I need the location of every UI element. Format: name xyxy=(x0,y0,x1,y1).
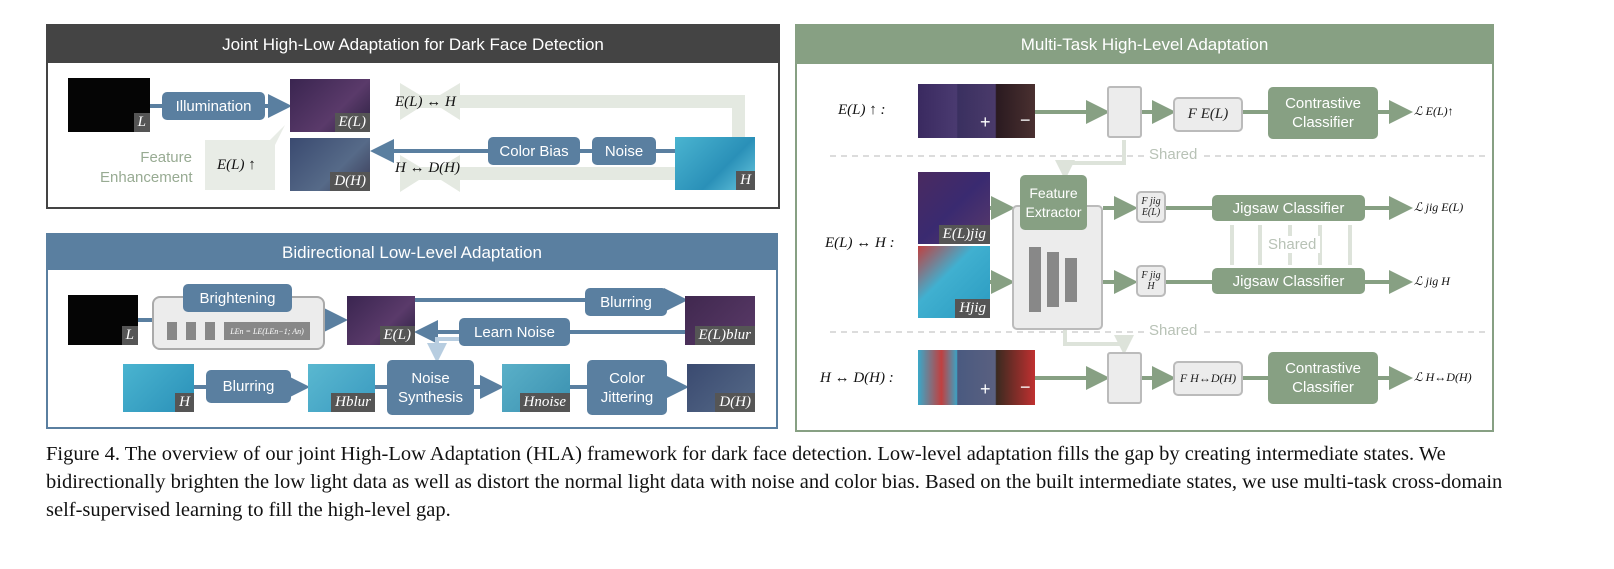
shared-label-3: Shared xyxy=(1145,322,1202,339)
loss-hdh: ℒ H↔D(H) xyxy=(1414,370,1472,384)
image-low-light: L xyxy=(68,295,138,345)
layer-block xyxy=(1065,258,1077,302)
row-label-h-dh: H ↔ D(H) : xyxy=(820,370,894,386)
image-label: E(L) xyxy=(334,113,370,132)
contrastive-classifier-2: Contrastive Classifier xyxy=(1268,352,1378,404)
figure-caption: Figure 4. The overview of our joint High… xyxy=(46,443,1503,521)
image-label: Hjig xyxy=(955,299,990,318)
image-high-light: H xyxy=(675,137,755,190)
h-dh-label: H ↔ D(H) xyxy=(395,160,460,176)
layer-block xyxy=(186,322,196,340)
brightening-box: Brightening xyxy=(183,284,292,312)
light-loop-arrows xyxy=(205,83,745,192)
layer-block xyxy=(1047,252,1059,307)
row-label-el-h: E(L) ↔ H : xyxy=(825,235,895,251)
feature-hdh-box: F H↔D(H) xyxy=(1173,361,1243,396)
image-label: E(L)blur xyxy=(694,326,755,345)
blurring-top-box: Blurring xyxy=(585,288,667,316)
feature-extractor-box: Feature Extractor xyxy=(1020,175,1087,230)
negative-sign: − xyxy=(1020,377,1031,397)
image-jigsaw-high: Hjig xyxy=(918,246,990,318)
image-low-light: L xyxy=(68,78,150,132)
image-label: D(H) xyxy=(330,172,370,191)
shared-label-2: Shared xyxy=(1264,236,1321,253)
image-label: L xyxy=(121,326,138,345)
loss-jig-el: ℒ jig E(L) xyxy=(1414,200,1464,214)
image-label: H xyxy=(736,171,755,190)
figure: Joint High-Low Adaptation for Dark Face … xyxy=(0,0,1614,569)
formula-box: LEn = LE(LEn−1; An) xyxy=(224,322,310,340)
contrastive-classifier-1: Contrastive Classifier xyxy=(1268,87,1378,139)
el-up-label: E(L) ↑ xyxy=(217,157,256,173)
loss-jig-h: ℒ jig H xyxy=(1414,274,1450,288)
image-label: L xyxy=(133,113,150,132)
row-label-el-up: E(L) ↑ : xyxy=(838,102,886,118)
jigsaw-classifier-2: Jigsaw Classifier xyxy=(1212,268,1365,294)
image-label: H xyxy=(175,393,194,412)
feature-enhancement-label: Feature Enhancement xyxy=(100,149,193,186)
image-degraded: D(H) xyxy=(687,364,755,412)
el-h-label: E(L) ↔ H xyxy=(395,94,456,110)
image-label: Hblur xyxy=(331,393,375,412)
image-high-blur: Hblur xyxy=(308,364,375,412)
layer-block xyxy=(167,322,177,340)
feature-jig-el-box: F jig E(L) xyxy=(1136,191,1166,223)
image-enhanced: E(L) xyxy=(347,296,415,345)
color-bias-box: Color Bias xyxy=(488,137,580,165)
image-label: Hnoise xyxy=(519,393,570,412)
images-contrastive-enhanced: + − xyxy=(918,84,1035,138)
positive-sign: + xyxy=(980,379,991,399)
blurring-bottom-box: Blurring xyxy=(206,370,291,403)
illumination-box: Illumination xyxy=(162,92,265,120)
image-label: E(L) xyxy=(379,326,415,345)
image-enhanced: E(L) xyxy=(290,79,370,132)
feature-el-box: F E(L) xyxy=(1173,97,1243,132)
image-enhanced-blur: E(L)blur xyxy=(685,296,755,345)
image-high-light: H xyxy=(123,364,194,412)
learn-noise-box: Learn Noise xyxy=(459,318,570,346)
positive-sign: + xyxy=(980,112,991,132)
shared-cnn-small xyxy=(1107,352,1142,404)
image-degraded: D(H) xyxy=(290,138,370,191)
image-label: E(L)jig xyxy=(938,225,990,244)
noise-box: Noise xyxy=(592,137,656,165)
color-jittering-box: Color Jittering xyxy=(587,360,667,415)
noise-synthesis-box: Noise Synthesis xyxy=(387,360,474,415)
shared-label-1: Shared xyxy=(1145,146,1202,163)
image-jigsaw-enhanced: E(L)jig xyxy=(918,172,990,244)
layer-block xyxy=(205,322,215,340)
image-label: D(H) xyxy=(715,393,755,412)
loss-el: ℒ E(L)↑ xyxy=(1414,104,1454,118)
shared-cnn-small xyxy=(1107,86,1142,138)
images-contrastive-degraded: + − xyxy=(918,350,1035,405)
negative-sign: − xyxy=(1020,110,1031,130)
feature-jig-h-box: F jig H xyxy=(1136,265,1166,297)
layer-block xyxy=(1029,247,1041,312)
image-high-noise: Hnoise xyxy=(502,364,570,412)
jigsaw-classifier-1: Jigsaw Classifier xyxy=(1212,195,1365,221)
